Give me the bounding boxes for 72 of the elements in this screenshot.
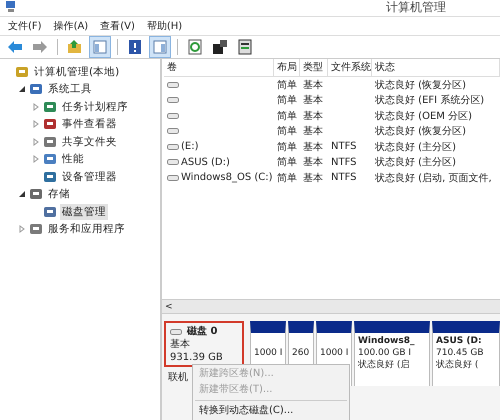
table-cell-text: 基本: [302, 156, 324, 170]
column-header[interactable]: 布局: [274, 59, 300, 76]
collapse-arrow-icon[interactable]: [18, 85, 26, 94]
expand-arrow-icon[interactable]: [32, 120, 40, 128]
disk-name: 磁盘 0: [187, 325, 218, 338]
tree-item[interactable]: 性能: [60, 151, 86, 168]
action-pane-icon[interactable]: [149, 36, 171, 58]
expand-arrow-icon[interactable]: [18, 225, 26, 234]
disk-type: 基本: [170, 338, 191, 351]
drive-icon: [167, 112, 179, 120]
table-cell: Windows8_OS (C:): [181, 172, 273, 184]
tree-item[interactable]: 共享文件夹: [60, 134, 119, 150]
drive-icon: [167, 96, 179, 104]
table-cell: NTFS: [331, 156, 357, 168]
table-cell-text: 简单: [276, 78, 298, 92]
table-cell-text: 状态良好 (OEM 分区): [374, 110, 473, 123]
table-cell-text: 简单: [276, 124, 298, 138]
partition-block[interactable]: Windows8_ 100.00 GB I 状态良好 (启: [354, 321, 430, 386]
table-cell-text: 状态良好 (启动, 页面文件,: [374, 172, 493, 185]
drive-icon: [167, 80, 179, 89]
tree-item[interactable]: 事件查看器: [60, 116, 119, 132]
column-header[interactable]: 文件系统: [328, 59, 372, 76]
table-cell-text: 基本: [302, 94, 324, 108]
table-cell: NTFS: [331, 172, 357, 184]
column-header[interactable]: 卷: [164, 59, 274, 76]
tree-item[interactable]: 系统工具: [46, 81, 94, 98]
tree-item[interactable]: 服务和应用程序: [46, 221, 127, 238]
window-title: 计算机管理: [386, 0, 446, 15]
tree-item[interactable]: 任务计划程序: [60, 98, 130, 115]
tree-pane-icon[interactable]: [89, 36, 111, 58]
table-cell-text: 简单: [276, 110, 298, 123]
drive-icon: [167, 142, 179, 151]
table-cell-text: 简单: [276, 140, 298, 154]
table-cell-text: 简单: [276, 172, 298, 185]
table-cell-text: 基本: [302, 140, 324, 154]
drive-icon: [167, 158, 179, 166]
expand-arrow-icon[interactable]: [32, 102, 40, 111]
scrollbar[interactable]: <: [162, 299, 500, 314]
disk-status: 联机: [168, 370, 188, 384]
table-cell-text: 简单: [276, 94, 298, 108]
column-header[interactable]: 状态: [372, 59, 500, 76]
menu-item[interactable]: 查看(V): [100, 19, 135, 33]
expand-arrow-icon[interactable]: [32, 138, 40, 146]
collapse-arrow-icon[interactable]: [18, 190, 26, 198]
menu-item[interactable]: 帮助(H): [146, 19, 182, 33]
table-cell-text: 状态良好 (主分区): [374, 140, 457, 154]
partition-block[interactable]: ASUS (D: 710.45 GB 状态良好 (: [432, 321, 500, 386]
tree-item[interactable]: 磁盘管理: [60, 204, 108, 220]
tree-item[interactable]: 设备管理器: [60, 168, 119, 185]
table-cell-text: 基本: [302, 172, 324, 185]
table-cell-text: 状态良好 (恢复分区): [374, 78, 467, 92]
table-cell-text: 基本: [302, 78, 324, 92]
tree-item[interactable]: 计算机管理(本地): [32, 64, 122, 80]
table-cell-text: 状态良好 (恢复分区): [374, 124, 467, 138]
table-cell: (E:): [181, 141, 198, 152]
table-cell-text: 基本: [302, 110, 324, 123]
drive-icon: [167, 174, 179, 182]
drive-icon: [170, 328, 182, 336]
table-cell-text: 状态良好 (EFI 系统分区): [374, 94, 486, 108]
table-cell: NTFS: [331, 141, 357, 152]
menu-item[interactable]: 文件(F): [8, 19, 42, 33]
drive-icon: [167, 127, 179, 136]
column-header[interactable]: 类型: [300, 59, 328, 76]
menu-item[interactable]: 操作(A): [54, 19, 88, 33]
tree-item[interactable]: 存储: [46, 186, 72, 202]
expand-arrow-icon[interactable]: [32, 155, 40, 164]
disk-size: 931.39 GB: [170, 351, 224, 364]
menu-item[interactable]: 转换到动态磁盘(C)...: [193, 403, 349, 419]
table-cell-text: 状态良好 (主分区): [374, 156, 457, 170]
table-cell-text: 简单: [276, 156, 298, 170]
table-cell: ASUS (D:): [181, 156, 230, 168]
table-cell-text: 基本: [302, 124, 324, 138]
